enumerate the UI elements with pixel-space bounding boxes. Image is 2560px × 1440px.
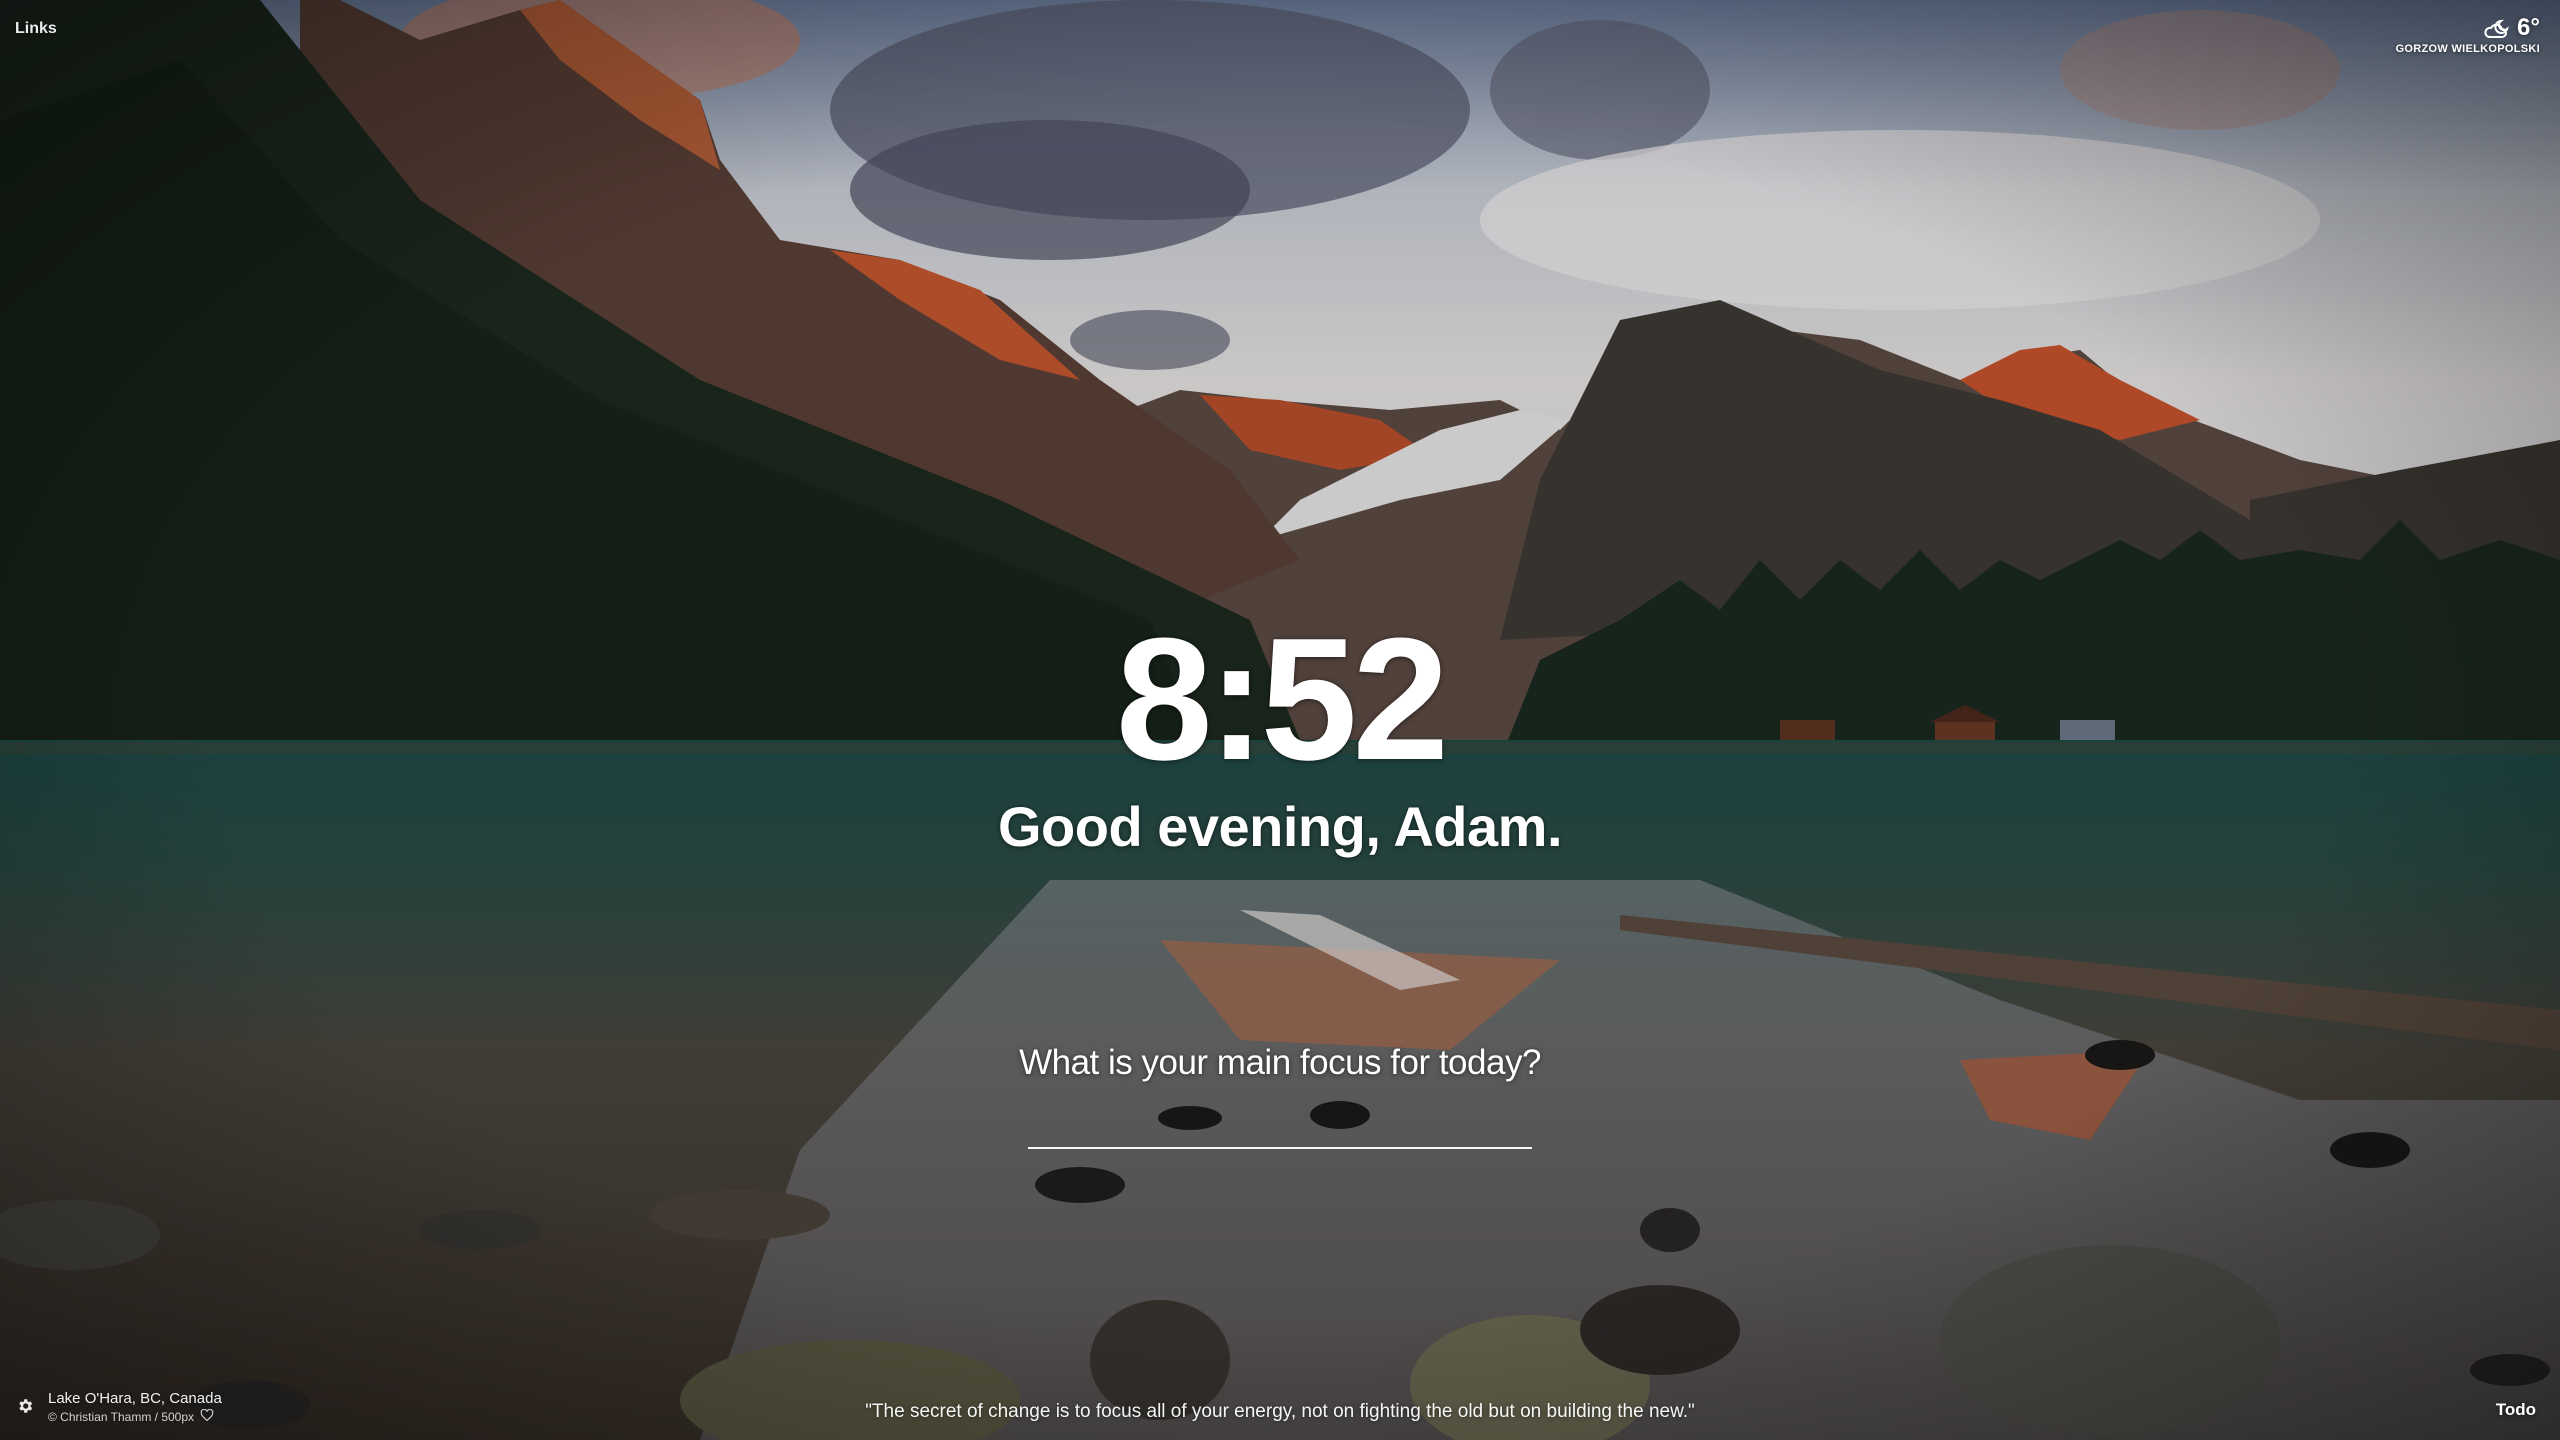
center-block: 8:52 Good evening, Adam. [0, 612, 2560, 859]
weather-temperature: 6° [2517, 14, 2540, 41]
greeting-text: Good evening, Adam. [997, 795, 1563, 858]
focus-block: What is your main focus for today? [0, 1043, 2560, 1149]
clock-time: 8:52 [1115, 601, 1449, 796]
momentum-new-tab-page: Links 6° GORZOW WIELKOPOLSKI 8:52 Good e… [0, 0, 2560, 1440]
weather-widget[interactable]: 6° GORZOW WIELKOPOLSKI [2396, 14, 2540, 55]
weather-summary[interactable]: 6° [2396, 14, 2540, 42]
focus-input[interactable] [1028, 1103, 1532, 1149]
links-button[interactable]: Links [15, 20, 57, 38]
weather-location: GORZOW WIELKOPOLSKI [2395, 43, 2540, 55]
todo-button[interactable]: Todo [2496, 1400, 2536, 1420]
cloud-moon-icon [2483, 17, 2511, 39]
daily-quote[interactable]: "The secret of change is to focus all of… [0, 1401, 2560, 1423]
focus-question: What is your main focus for today? [1019, 1043, 1541, 1082]
